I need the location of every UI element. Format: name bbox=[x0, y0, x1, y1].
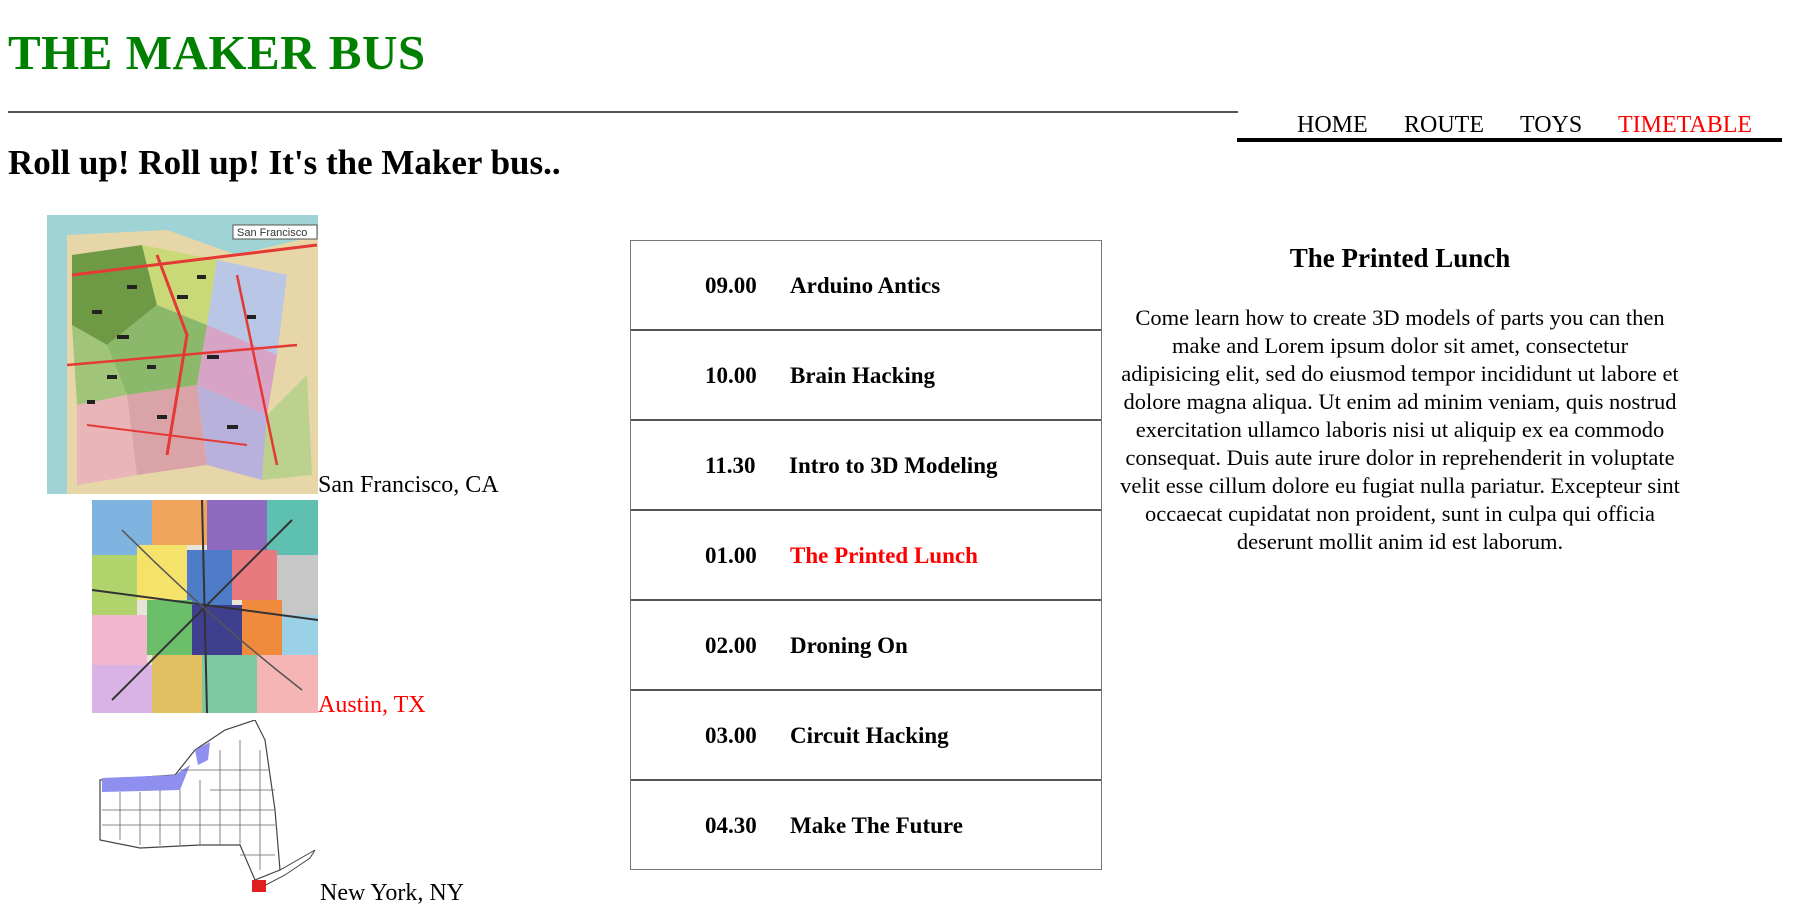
location-label-new-york[interactable]: New York, NY bbox=[320, 880, 464, 907]
site-title: THE MAKER BUS bbox=[8, 25, 426, 80]
new-york-map[interactable] bbox=[80, 720, 320, 900]
map-label-text: San Francisco bbox=[237, 227, 307, 239]
nav-route-link[interactable]: ROUTE bbox=[1404, 112, 1484, 139]
location-label-san-francisco[interactable]: San Francisco, CA bbox=[318, 472, 499, 499]
page-tagline: Roll up! Roll up! It's the Maker bus.. bbox=[8, 143, 561, 182]
nav-toys-link[interactable]: TOYS bbox=[1520, 112, 1582, 139]
san-francisco-map-image: San Francisco bbox=[47, 215, 318, 494]
slot-time: 02.00 bbox=[705, 633, 757, 658]
slot-title: Make The Future bbox=[790, 813, 963, 838]
schedule-slot[interactable]: 10.00 Brain Hacking bbox=[631, 331, 1101, 421]
austin-map[interactable] bbox=[92, 500, 318, 713]
schedule-slot-active[interactable]: 01.00 The Printed Lunch bbox=[631, 511, 1101, 601]
new-york-map-image bbox=[80, 720, 320, 900]
slot-time: 04.30 bbox=[705, 813, 757, 838]
header-divider bbox=[8, 111, 1238, 113]
session-detail-description: Come learn how to create 3D models of pa… bbox=[1120, 305, 1680, 554]
slot-title: Brain Hacking bbox=[790, 363, 936, 388]
schedule-slot[interactable]: 11.30 Intro to 3D Modeling bbox=[631, 421, 1101, 511]
slot-title: The Printed Lunch bbox=[790, 543, 978, 568]
slot-time: 01.00 bbox=[705, 543, 757, 568]
schedule-slot[interactable]: 02.00 Droning On bbox=[631, 601, 1101, 691]
austin-map-image bbox=[92, 500, 318, 713]
slot-time: 03.00 bbox=[705, 723, 757, 748]
slot-time: 11.30 bbox=[705, 453, 756, 478]
nav-timetable-link[interactable]: TIMETABLE bbox=[1618, 112, 1752, 139]
slot-time: 09.00 bbox=[705, 273, 757, 298]
slot-title: Circuit Hacking bbox=[790, 723, 949, 748]
main-nav: HOME ROUTE TOYS TIMETABLE bbox=[1237, 110, 1782, 142]
slot-title: Intro to 3D Modeling bbox=[789, 453, 998, 478]
session-detail-heading: The Printed Lunch bbox=[1289, 243, 1511, 273]
slot-time: 10.00 bbox=[705, 363, 757, 388]
schedule-table: 09.00 Arduino Antics 10.00 Brain Hacking… bbox=[630, 240, 1102, 870]
schedule-slot[interactable]: 03.00 Circuit Hacking bbox=[631, 691, 1101, 781]
schedule-slot[interactable]: 04.30 Make The Future bbox=[631, 781, 1101, 871]
slot-title: Droning On bbox=[790, 633, 908, 658]
schedule-slot[interactable]: 09.00 Arduino Antics bbox=[631, 241, 1101, 331]
slot-title: Arduino Antics bbox=[790, 273, 941, 298]
location-label-austin[interactable]: Austin, TX bbox=[318, 692, 426, 719]
san-francisco-map[interactable]: San Francisco bbox=[47, 215, 318, 494]
nav-home-link[interactable]: HOME bbox=[1297, 112, 1368, 139]
